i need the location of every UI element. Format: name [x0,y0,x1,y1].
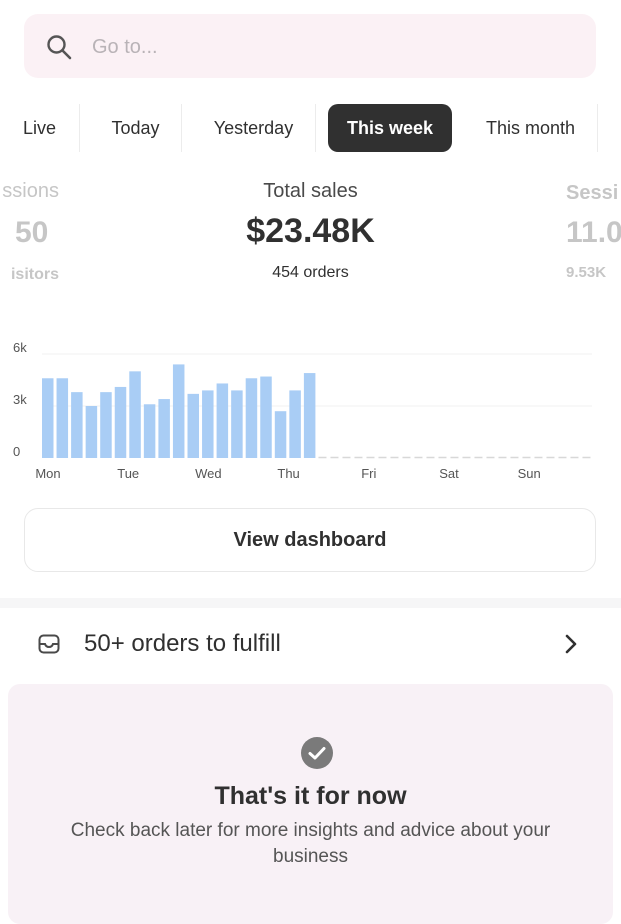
bar [129,371,141,458]
orders-count: 454 orders [272,264,349,281]
search-input[interactable] [90,28,574,66]
bar [231,390,243,458]
tab-this-month[interactable]: This month [464,104,598,152]
x-tick-label: Tue [117,466,139,481]
bar [56,378,69,458]
tab-this-week[interactable]: This week [328,104,452,152]
tab-live[interactable]: Live [0,104,80,152]
bar [289,390,301,458]
tab-today[interactable]: Today [90,104,182,152]
bar [245,378,258,458]
tab-yesterday[interactable]: Yesterday [192,104,316,152]
x-tick-label: Mon [35,466,60,481]
sessions-right-sub: 9.53K [566,264,607,281]
insights-description: Check back later for more insights and a… [70,820,551,867]
bar [216,383,229,458]
x-tick-label: Sun [518,466,541,481]
x-tick-label: Wed [195,466,222,481]
bar [202,390,214,458]
date-range-tabs: Live Today Yesterday This week This mont… [0,104,621,152]
bar [172,364,185,458]
bar [158,399,170,458]
x-tick-label: Thu [277,466,299,481]
metrics-carousel[interactable]: ssions 50 isitors Total sales $23.48K 45… [0,176,621,286]
bar [143,404,156,458]
search-bar[interactable] [24,14,596,78]
x-tick-label: Fri [361,466,376,481]
view-dashboard-button[interactable]: View dashboard [24,508,596,572]
bar [303,373,316,458]
sessions-right-label: Sessi [566,182,619,204]
orders-to-fulfill-label: 50+ orders to fulfill [84,630,281,657]
sales-bar-chart: 6k 3k 0 Mon Tue Wed Thu Fri Sat Sun [13,340,592,481]
bar [187,393,199,458]
sessions-right-value: 11.0 [566,216,621,249]
insights-card: That's it for now Check back later for m… [8,684,613,924]
check-circle-icon [301,737,333,769]
bar [260,376,272,458]
x-tick-label: Sat [439,466,459,481]
y-tick-label: 0 [13,444,20,459]
bar [42,378,54,458]
y-tick-label: 3k [13,392,27,407]
y-tick-label: 6k [13,340,27,355]
bar [114,386,127,458]
insights-title: That's it for now [214,782,407,810]
chevron-right-icon [565,634,577,654]
section-divider [0,598,621,608]
bar [100,392,112,458]
total-sales-value: $23.48K [246,212,375,250]
orders-to-fulfill-row[interactable]: 50+ orders to fulfill [0,608,621,680]
search-icon [47,35,72,60]
bar [274,411,287,458]
bar [85,406,98,458]
bar [71,392,83,458]
inbox-icon [38,634,60,654]
total-sales-label: Total sales [263,180,358,202]
